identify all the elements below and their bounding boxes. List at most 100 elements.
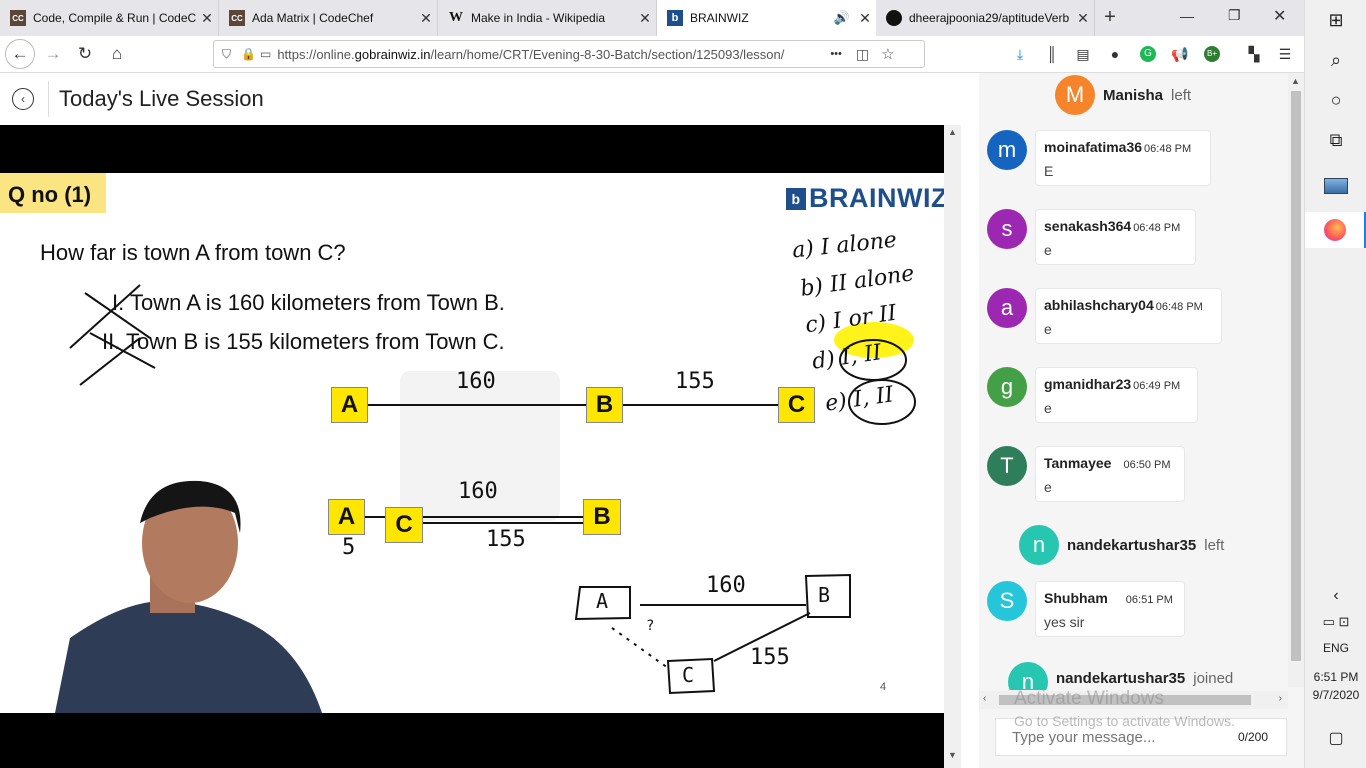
chat-message: S Shubham 06:51 PM yes sir — [987, 581, 1185, 637]
back-button[interactable]: ← — [5, 39, 35, 69]
library-icon[interactable]: ║ — [1042, 44, 1062, 64]
pocket-icon[interactable]: ◫ — [856, 46, 869, 63]
chat-action: left — [1204, 536, 1225, 554]
distance-label: 155 — [486, 527, 526, 552]
bookmark-star-icon[interactable]: ☆ — [881, 45, 894, 63]
account-icon[interactable]: ● — [1105, 44, 1125, 64]
close-icon[interactable]: ✕ — [634, 10, 656, 27]
close-icon[interactable]: ✕ — [1072, 10, 1094, 27]
chat-system-message: n nandekartushar35 left — [1019, 525, 1224, 565]
chat-username: Tanmayee — [1044, 455, 1112, 471]
town-b-box: B — [586, 387, 623, 423]
scroll-up-icon[interactable]: ▲ — [944, 127, 961, 141]
speaker-icon[interactable]: 🔊 — [834, 10, 850, 26]
window-close-icon[interactable]: ✕ — [1273, 6, 1286, 26]
tab-label: Make in India - Wikipedia — [471, 11, 606, 25]
lock-icon[interactable]: 🔒 — [241, 47, 256, 61]
url-prefix: https://online. — [277, 46, 355, 62]
clock-date[interactable]: 9/7/2020 — [1305, 686, 1366, 704]
reload-button[interactable]: ↻ — [70, 39, 100, 69]
chat-action: joined — [1193, 670, 1234, 687]
restore-icon[interactable]: ❐ — [1228, 7, 1241, 24]
scroll-left-icon[interactable]: ‹ — [983, 693, 986, 704]
tab-bar: CC Code, Compile & Run | CodeChef ✕ CC A… — [0, 0, 1304, 36]
grammarly-icon[interactable]: G — [1140, 46, 1156, 62]
activate-windows-watermark: Activate Windows Go to Settings to activ… — [1014, 688, 1304, 729]
menu-icon[interactable]: ☰ — [1275, 44, 1295, 64]
back-arrow-icon[interactable]: ‹ — [12, 88, 34, 110]
town-b-box-2: B — [583, 499, 621, 535]
page-scrollbar[interactable]: ▲ ▼ — [944, 125, 961, 768]
slide: Q no (1) b BRAINWIZ How far is town A fr… — [0, 173, 944, 713]
notifications-icon[interactable]: ▢ — [1305, 720, 1366, 756]
photos-app-icon[interactable] — [1305, 168, 1366, 204]
tab-brainwiz[interactable]: b BRAINWIZ 🔊 ✕ — [657, 0, 876, 36]
avatar: n — [1008, 662, 1048, 690]
town-c-box: C — [778, 387, 815, 423]
tab-label: BRAINWIZ — [690, 11, 749, 25]
close-icon[interactable]: ✕ — [415, 10, 437, 27]
divider — [48, 81, 49, 117]
chat-username: abhilashchary04 — [1044, 297, 1154, 313]
chat-bubble: Tanmayee 06:50 PM e — [1035, 446, 1185, 502]
node-label: B — [818, 583, 831, 607]
cortana-icon[interactable]: ○ — [1305, 82, 1366, 118]
scroll-down-icon[interactable]: ▼ — [944, 750, 961, 764]
chat-system-message: M Manisha left — [1055, 75, 1191, 115]
video-player[interactable]: Q no (1) b BRAINWIZ How far is town A fr… — [0, 125, 944, 768]
megaphone-icon[interactable]: 📢 — [1170, 44, 1190, 64]
chat-bubble: abhilashchary04 06:48 PM e — [1035, 288, 1222, 344]
chat-message: s senakash364 06:48 PM e — [987, 209, 1196, 265]
extensions-icon[interactable]: ▚ — [1244, 44, 1264, 64]
town-a-box-2: A — [328, 499, 365, 535]
distance-label: 160 — [456, 369, 496, 394]
sidebar-icon[interactable]: ▤ — [1073, 44, 1093, 64]
new-tab-button[interactable]: + — [1098, 6, 1122, 30]
clock-time[interactable]: 6:51 PM — [1305, 668, 1366, 686]
chat-text: e — [1044, 400, 1052, 416]
chat-scrollbar[interactable]: ▲ — [1288, 73, 1304, 687]
search-icon[interactable]: ⌕ — [1305, 42, 1366, 78]
chat-username: nandekartushar35 — [1056, 670, 1186, 687]
extension-badge-icon[interactable]: B+ — [1204, 46, 1220, 62]
permissions-icon[interactable]: ▭ — [260, 47, 271, 61]
chat-text: e — [1044, 242, 1052, 258]
scroll-up-icon[interactable]: ▲ — [1291, 76, 1300, 86]
tab-wikipedia[interactable]: W Make in India - Wikipedia ✕ — [438, 0, 657, 36]
chat-message-input[interactable] — [1012, 728, 1232, 746]
home-button[interactable]: ⌂ — [102, 39, 132, 69]
forward-button[interactable]: → — [38, 39, 68, 69]
windows-start-icon[interactable]: ⊞ — [1305, 2, 1366, 38]
activate-windows-title: Activate Windows — [1014, 688, 1164, 709]
task-view-icon[interactable]: ⧉ — [1305, 122, 1366, 158]
statement-2: II. Town B is 155 kilometers from Town C… — [102, 329, 505, 354]
chat-text: yes sir — [1044, 614, 1085, 630]
page-actions-icon[interactable]: ••• — [830, 48, 842, 60]
tab-ada-matrix[interactable]: CC Ada Matrix | CodeChef ✕ — [219, 0, 438, 36]
node-label: C — [682, 663, 695, 687]
distance-label: 155 — [675, 369, 715, 394]
language-indicator[interactable]: ENG — [1305, 630, 1366, 666]
chat-username: nandekartushar35 — [1067, 536, 1197, 554]
avatar: a — [987, 288, 1027, 328]
chat-message: g gmanidhar23 06:49 PM e — [987, 367, 1198, 423]
distance-label: 160 — [706, 573, 746, 598]
slide-number: 4 — [880, 681, 887, 693]
close-icon[interactable]: ✕ — [854, 10, 876, 27]
brainwiz-icon: b — [667, 10, 683, 26]
url-bar[interactable]: ⛉ 🔒 ▭ https://online.gobrainwiz.in/learn… — [213, 40, 925, 68]
codechef-icon: CC — [229, 10, 245, 26]
tab-codechef-compile[interactable]: CC Code, Compile & Run | CodeChef ✕ — [0, 0, 219, 36]
node-label: A — [596, 589, 609, 613]
page-title: Today's Live Session — [59, 86, 264, 111]
spacer — [961, 73, 979, 768]
close-icon[interactable]: ✕ — [196, 10, 218, 27]
chat-scroll-thumb[interactable] — [1291, 91, 1301, 661]
minimize-icon[interactable]: — — [1180, 8, 1194, 24]
shield-icon[interactable]: ⛉ — [222, 47, 231, 62]
town-a-box: A — [331, 387, 368, 423]
firefox-icon[interactable] — [1305, 212, 1366, 248]
download-icon[interactable]: ⤓ — [1010, 44, 1030, 64]
url-text[interactable]: https://online.gobrainwiz.in/learn/home/… — [277, 47, 822, 62]
tab-github[interactable]: dheerajpoonia29/aptitudeVerb ✕ — [876, 0, 1095, 36]
